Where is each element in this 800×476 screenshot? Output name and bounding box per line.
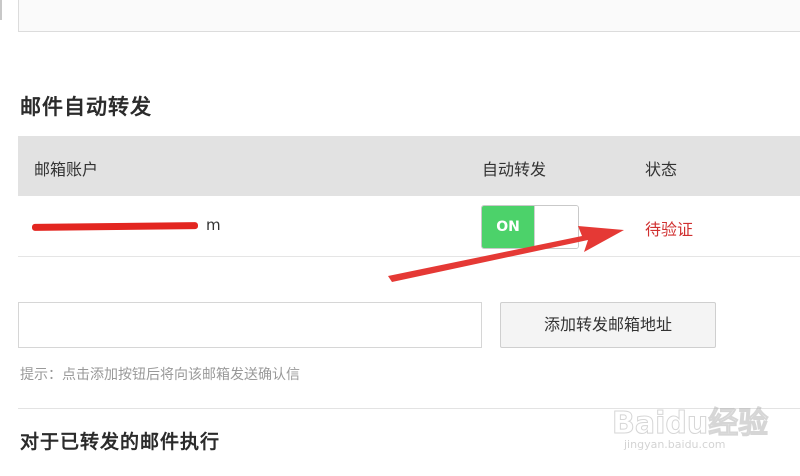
toggle-on-label: ON bbox=[482, 206, 534, 248]
column-header-account: 邮箱账户 bbox=[34, 160, 99, 179]
column-header-auto-forward: 自动转发 bbox=[482, 160, 547, 179]
top-panel bbox=[18, 0, 800, 32]
section-title-forwarded-action: 对于已转发的邮件执行 bbox=[20, 431, 221, 453]
status-badge: 待验证 bbox=[645, 220, 694, 239]
column-header-status: 状态 bbox=[645, 160, 678, 179]
hint-text: 提示：点击添加按钮后将向该邮箱发送确认信 bbox=[20, 367, 300, 383]
email-visible-fragment: m bbox=[206, 216, 221, 234]
watermark-brand: Baidu经验 bbox=[611, 406, 769, 442]
section-title-mail-forwarding: 邮件自动转发 bbox=[20, 95, 152, 119]
window-edge-mark bbox=[0, 0, 8, 20]
baidu-watermark: Baidu经验 jingyan.baidu.com bbox=[611, 392, 792, 456]
watermark-url: jingyan.baidu.com bbox=[624, 438, 726, 451]
add-forward-address-button[interactable]: 添加转发邮箱地址 bbox=[500, 302, 716, 348]
table-header: 邮箱账户 自动转发 状态 bbox=[18, 136, 800, 196]
table-row: m ON 待验证 bbox=[18, 196, 800, 257]
forward-email-input[interactable] bbox=[18, 302, 482, 348]
auto-forward-toggle[interactable]: ON bbox=[481, 205, 579, 249]
toggle-knob bbox=[534, 206, 578, 248]
